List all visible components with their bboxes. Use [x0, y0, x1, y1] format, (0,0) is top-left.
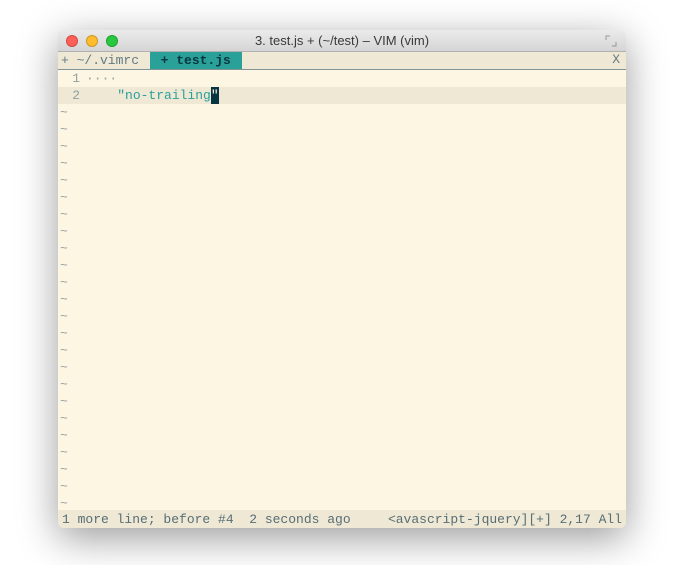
fold-marker: ···· [86, 71, 117, 86]
window-title: 3. test.js + (~/test) – VIM (vim) [58, 33, 626, 48]
empty-line-tilde: ~ [58, 291, 626, 308]
tab-close-button[interactable]: X [612, 52, 620, 67]
vim-window: 3. test.js + (~/test) – VIM (vim) + ~/.v… [58, 30, 626, 528]
code-line[interactable]: 2 "no-trailing" [58, 87, 626, 104]
zoom-icon[interactable] [106, 35, 118, 47]
line-content[interactable]: ···· [86, 70, 626, 87]
empty-line-tilde: ~ [58, 206, 626, 223]
empty-line-tilde: ~ [58, 376, 626, 393]
empty-line-tilde: ~ [58, 308, 626, 325]
empty-line-tilde: ~ [58, 274, 626, 291]
tab-vimrc[interactable]: + ~/.vimrc [58, 52, 150, 69]
line-number: 2 [58, 87, 86, 104]
minimize-icon[interactable] [86, 35, 98, 47]
empty-line-tilde: ~ [58, 257, 626, 274]
code-line[interactable]: 1···· [58, 70, 626, 87]
empty-line-tilde: ~ [58, 189, 626, 206]
empty-line-tilde: ~ [58, 138, 626, 155]
empty-line-tilde: ~ [58, 393, 626, 410]
empty-line-tilde: ~ [58, 495, 626, 510]
empty-line-tilde: ~ [58, 223, 626, 240]
empty-line-tilde: ~ [58, 155, 626, 172]
tab-testjs[interactable]: + test.js [150, 52, 242, 69]
titlebar[interactable]: 3. test.js + (~/test) – VIM (vim) [58, 30, 626, 52]
empty-line-tilde: ~ [58, 121, 626, 138]
status-bar: 1 more line; before #4 2 seconds ago <av… [58, 510, 626, 528]
empty-line-tilde: ~ [58, 104, 626, 121]
cursor: " [211, 87, 219, 104]
line-content[interactable]: "no-trailing" [86, 87, 626, 104]
line-number: 1 [58, 70, 86, 87]
empty-line-tilde: ~ [58, 325, 626, 342]
empty-line-tilde: ~ [58, 342, 626, 359]
empty-line-tilde: ~ [58, 478, 626, 495]
empty-line-tilde: ~ [58, 172, 626, 189]
empty-line-tilde: ~ [58, 410, 626, 427]
status-position: <avascript-jquery][+] 2,17 All [388, 512, 622, 527]
close-icon[interactable] [66, 35, 78, 47]
tab-bar: + ~/.vimrc + test.js X [58, 52, 626, 70]
empty-line-tilde: ~ [58, 427, 626, 444]
empty-line-tilde: ~ [58, 240, 626, 257]
traffic-lights [66, 35, 118, 47]
editor-area[interactable]: 1····2 "no-trailing" ~~~~~~~~~~~~~~~~~~~… [58, 70, 626, 510]
empty-line-tilde: ~ [58, 359, 626, 376]
fullscreen-icon[interactable] [604, 34, 618, 48]
empty-line-tilde: ~ [58, 461, 626, 478]
status-message: 1 more line; before #4 2 seconds ago [62, 512, 351, 527]
empty-line-tilde: ~ [58, 444, 626, 461]
